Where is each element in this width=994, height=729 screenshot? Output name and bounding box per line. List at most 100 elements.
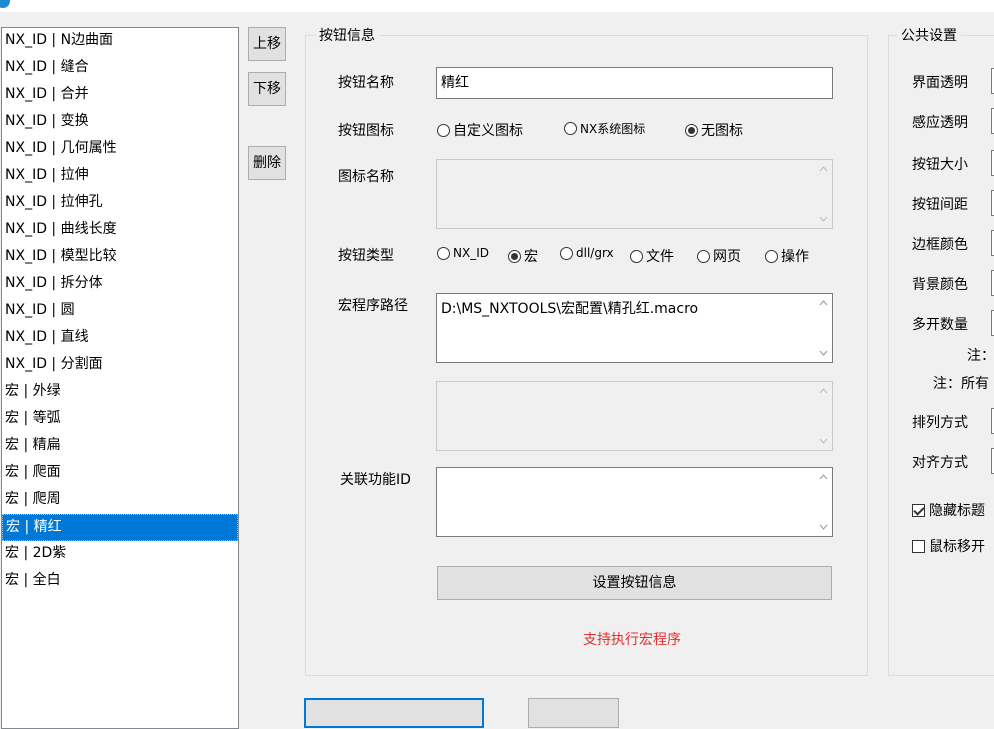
icon-radio-label: 自定义图标 [453,123,523,139]
radio-dot-icon[interactable] [437,246,450,260]
window-titlebar [0,0,994,12]
mouse-move-checkbox[interactable]: 鼠标移开 [912,536,985,556]
type-radio-4[interactable]: 网页 [697,246,741,266]
radio-dot-icon[interactable] [437,123,450,137]
macro-path-value: D:\MS_NXTOOLS\宏配置\精孔红.macro [441,301,699,317]
type-radio-label: NX_ID [453,246,489,260]
public-setting-label: 多开数量 [912,317,968,333]
type-radio-5[interactable]: 操作 [765,246,809,266]
button-name-input[interactable]: 精红 [436,67,833,99]
radio-dot-icon[interactable] [564,122,577,135]
list-item[interactable]: 宏 | 2D紫 [2,541,238,568]
radio-dot-icon[interactable] [630,249,643,263]
radio-dot-icon[interactable] [560,246,573,260]
list-item[interactable]: NX_ID | 直线 [2,325,238,352]
scroll-down-icon[interactable] [819,522,828,531]
list-item[interactable]: NX_ID | 合并 [2,82,238,109]
public-settings-title: 公共设置 [897,25,961,45]
list-item[interactable]: NX_ID | 拉伸孔 [2,190,238,217]
icon-radio-label: 无图标 [701,123,743,139]
hide-title-checkbox[interactable]: 隐藏标题 [912,500,985,520]
type-radio-2[interactable]: dll/grx [560,246,614,260]
list-item[interactable]: 宏 | 爬面 [2,460,238,487]
button-icon-label: 按钮图标 [338,123,394,139]
list-item[interactable]: NX_ID | N边曲面 [2,28,238,55]
list-item[interactable]: NX_ID | 曲线长度 [2,217,238,244]
list-item[interactable]: 宏 | 精扁 [2,433,238,460]
scroll-up-icon[interactable] [819,299,828,308]
button-info-title: 按钮信息 [315,25,379,45]
scroll-up-icon [819,165,828,174]
public-setting-label: 按钮间距 [912,197,968,213]
list-item[interactable]: NX_ID | 缝合 [2,55,238,82]
extra-scrollbar [815,382,832,450]
assoc-id-label: 关联功能ID [340,472,411,488]
list-item[interactable]: NX_ID | 拆分体 [2,271,238,298]
move-down-button[interactable]: 下移 [248,72,286,106]
scroll-up-icon [819,387,828,396]
mouse-move-box[interactable] [912,539,925,553]
note-1: 注： [967,348,994,364]
button-name-label: 按钮名称 [338,75,394,91]
mouse-move-label: 鼠标移开 [929,539,985,555]
public-setting-label: 背景颜色 [912,277,968,293]
type-radio-label: 宏 [524,249,538,265]
align-label: 对齐方式 [912,455,968,471]
assoc-id-scrollbar[interactable] [815,468,832,536]
list-item[interactable]: 宏 | 等弧 [2,406,238,433]
macro-path-label: 宏程序路径 [338,298,408,314]
radio-dot-icon[interactable] [697,249,710,263]
set-button-info-button[interactable]: 设置按钮信息 [437,566,832,600]
scroll-down-icon[interactable] [819,348,828,357]
type-radio-label: dll/grx [576,246,614,260]
note-2: 注：所有 [933,376,989,392]
type-radio-3[interactable]: 文件 [630,246,674,266]
assoc-id-field[interactable] [436,467,833,537]
radio-dot-icon[interactable] [508,249,521,263]
icon-name-label: 图标名称 [338,169,394,185]
extra-field [436,381,833,451]
list-item[interactable]: NX_ID | 拉伸 [2,163,238,190]
save-config-button[interactable] [304,698,484,728]
app-icon [0,0,10,8]
list-item[interactable]: 宏 | 全白 [2,568,238,595]
list-item[interactable]: 宏 | 爬周 [2,487,238,514]
button-list[interactable]: NX_ID | N边曲面 NX_ID | 缝合 NX_ID | 合并 NX_ID | … [1,27,239,729]
move-up-button[interactable]: 上移 [248,27,286,61]
type-radio-0[interactable]: NX_ID [437,246,489,260]
list-item[interactable]: NX_ID | 分割面 [2,352,238,379]
type-radio-label: 操作 [781,249,809,265]
list-item[interactable]: 宏 | 外绿 [2,379,238,406]
macro-hint-text: 支持执行宏程序 [583,632,681,648]
icon-radio-0[interactable]: 自定义图标 [437,120,523,140]
list-item[interactable]: NX_ID | 模型比较 [2,244,238,271]
layout-label: 排列方式 [912,415,968,431]
delete-button[interactable]: 删除 [248,146,286,180]
button-type-label: 按钮类型 [338,248,394,264]
radio-dot-icon[interactable] [685,123,698,137]
icon-name-field [436,159,833,229]
scroll-down-icon [819,214,828,223]
list-item[interactable]: NX_ID | 圆 [2,298,238,325]
icon-name-scrollbar [815,160,832,228]
icon-radio-1[interactable]: NX系统图标 [564,120,645,137]
public-setting-label: 边框颜色 [912,237,968,253]
icon-radio-2[interactable]: 无图标 [685,120,743,140]
type-radio-label: 网页 [713,249,741,265]
cancel-button[interactable] [528,698,619,728]
list-item[interactable]: NX_ID | 几何属性 [2,136,238,163]
scroll-up-icon[interactable] [819,473,828,482]
public-setting-label: 按钮大小 [912,157,968,173]
radio-dot-icon[interactable] [765,249,778,263]
hide-title-box[interactable] [912,503,925,517]
type-radio-1[interactable]: 宏 [508,246,538,266]
macro-path-scrollbar[interactable] [815,294,832,362]
list-item[interactable]: NX_ID | 变换 [2,109,238,136]
type-radio-label: 文件 [646,249,674,265]
hide-title-label: 隐藏标题 [929,503,985,519]
macro-path-field[interactable]: D:\MS_NXTOOLS\宏配置\精孔红.macro [436,293,833,363]
icon-radio-label: NX系统图标 [580,122,646,136]
public-setting-label: 感应透明 [912,115,968,131]
public-setting-label: 界面透明 [912,75,968,91]
list-item[interactable]: 宏 | 精红 [2,514,238,541]
